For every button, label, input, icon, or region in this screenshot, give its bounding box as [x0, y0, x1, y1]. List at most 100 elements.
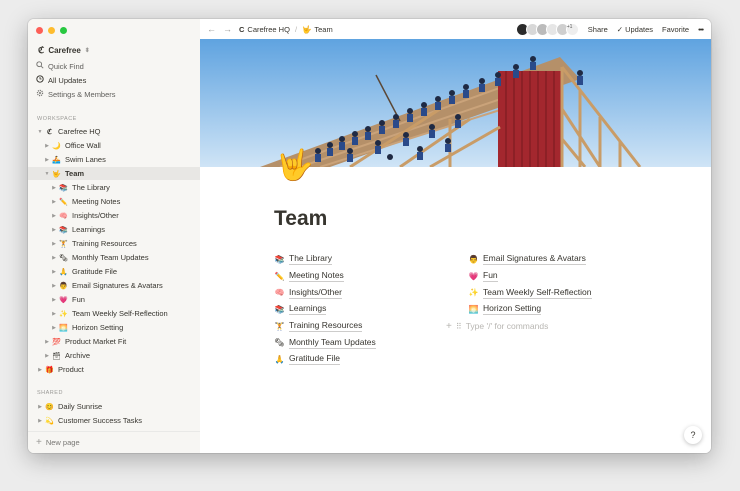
new-page-label: New page: [45, 438, 80, 447]
nav-settings-members[interactable]: Settings & Members: [36, 89, 116, 99]
favorite-button[interactable]: Favorite: [662, 25, 689, 34]
zoom-window-button[interactable]: [60, 27, 67, 34]
rock-hand-icon: 🤟: [302, 24, 312, 34]
breadcrumb-current[interactable]: Team: [314, 25, 332, 34]
triangle-down-icon[interactable]: ▼: [36, 129, 44, 135]
command-input-block[interactable]: + ⠿ Type '/' for commands: [446, 318, 592, 335]
triangle-right-icon[interactable]: ▶: [43, 339, 51, 345]
heart-icon: 💗: [468, 271, 479, 281]
sidebar-item-self-reflection[interactable]: ▶ ✨ Team Weekly Self-Reflection: [28, 307, 222, 320]
page-icon[interactable]: 🤟: [276, 151, 313, 181]
close-window-button[interactable]: [36, 27, 43, 34]
more-options-icon[interactable]: •••: [698, 25, 704, 34]
triangle-right-icon[interactable]: ▶: [43, 353, 51, 359]
rowboat-icon: 🚣: [52, 156, 61, 164]
sidebar-item-label: Email Signatures & Avatars: [72, 281, 163, 290]
workspace-logo-icon: ℭ: [38, 45, 45, 55]
share-button[interactable]: Share: [588, 25, 608, 34]
triangle-right-icon[interactable]: ▶: [50, 269, 58, 275]
sidebar-item-training-resources[interactable]: ▶ 🏋 Training Resources: [28, 237, 222, 250]
sidebar-item-email-signatures[interactable]: ▶ 👨 Email Signatures & Avatars: [28, 279, 222, 292]
sidebar-item-fun[interactable]: ▶ 💗 Fun: [28, 293, 222, 306]
triangle-right-icon[interactable]: ▶: [36, 418, 44, 424]
sidebar-item-meeting-notes[interactable]: ▶ ✏️ Meeting Notes: [28, 195, 222, 208]
collaborator-avatars[interactable]: +1: [515, 22, 579, 36]
chevron-updown-icon: ⬍: [84, 48, 90, 54]
nav-quick-find[interactable]: Quick Find: [36, 61, 84, 71]
window-controls: [36, 27, 67, 34]
sidebar-item-team[interactable]: ▼ 🤟 Team: [28, 167, 215, 180]
page-link-learnings[interactable]: 📚 Learnings: [274, 301, 376, 318]
triangle-right-icon[interactable]: ▶: [36, 404, 44, 410]
sidebar-item-customer-success-tasks[interactable]: ▶ 💫 Customer Success Tasks: [28, 414, 208, 427]
sidebar-item-horizon-setting[interactable]: ▶ 🌅 Horizon Setting: [28, 321, 222, 334]
triangle-right-icon[interactable]: ▶: [50, 241, 58, 247]
sidebar-item-gratitude-file[interactable]: ▶ 🙏 Gratitude File: [28, 265, 222, 278]
page-link-self-reflection[interactable]: ✨ Team Weekly Self-Reflection: [468, 284, 592, 301]
triangle-right-icon[interactable]: ▶: [50, 199, 58, 205]
page-link-email-signatures[interactable]: 👨 Email Signatures & Avatars: [468, 251, 592, 268]
sidebar-item-monthly-team-updates[interactable]: ▶ 🗞 Monthly Team Updates: [28, 251, 222, 264]
pencil-icon: ✏️: [59, 198, 68, 206]
sidebar-item-insights-other[interactable]: ▶ 🧠 Insights/Other: [28, 209, 222, 222]
page-link-monthly-team-updates[interactable]: 🗞 Monthly Team Updates: [274, 334, 376, 351]
page-link-fun[interactable]: 💗 Fun: [468, 268, 592, 285]
plus-icon: +: [36, 437, 42, 448]
sidebar-item-label: Archive: [65, 351, 91, 360]
page-link-label: Team Weekly Self-Reflection: [483, 286, 592, 299]
workspace-switcher[interactable]: ℭ Carefree ⬍: [38, 45, 90, 56]
page-link-label: Horizon Setting: [483, 303, 542, 316]
triangle-right-icon[interactable]: ▶: [36, 367, 44, 373]
page-link-insights-other[interactable]: 🧠 Insights/Other: [274, 284, 376, 301]
page-link-label: The Library: [289, 253, 332, 266]
rock-hand-icon: 🤟: [52, 170, 61, 178]
triangle-right-icon[interactable]: ▶: [50, 227, 58, 233]
sidebar-item-label: Team: [65, 169, 85, 178]
avatar-overflow-count[interactable]: +1: [565, 22, 579, 36]
minimize-window-button[interactable]: [48, 27, 55, 34]
help-button[interactable]: ?: [684, 426, 702, 444]
triangle-right-icon[interactable]: ▶: [50, 311, 58, 317]
triangle-down-icon[interactable]: ▼: [43, 171, 51, 177]
sidebar-item-daily-sunrise[interactable]: ▶ 😊 Daily Sunrise: [28, 400, 208, 413]
page-link-horizon-setting[interactable]: 🌅 Horizon Setting: [468, 301, 592, 318]
brain-icon: 🧠: [59, 212, 68, 220]
back-arrow-icon[interactable]: ←: [207, 24, 216, 34]
breadcrumb-root[interactable]: Carefree HQ: [247, 25, 290, 34]
sidebar-item-swim-lanes[interactable]: ▶ 🚣 Swim Lanes: [28, 153, 215, 166]
page-link-meeting-notes[interactable]: ✏️ Meeting Notes: [274, 268, 376, 285]
nav-all-updates[interactable]: All Updates: [36, 75, 86, 85]
drag-handle-icon[interactable]: ⠿: [456, 322, 462, 331]
page-title[interactable]: Team: [274, 207, 327, 231]
sidebar-item-archive[interactable]: ▶ 🗃 Archive: [28, 349, 215, 362]
page-link-the-library[interactable]: 📚 The Library: [274, 251, 376, 268]
triangle-right-icon[interactable]: ▶: [50, 213, 58, 219]
sidebar-item-learnings[interactable]: ▶ 📚 Learnings: [28, 223, 222, 236]
sidebar-item-label: Customer Success Tasks: [58, 416, 143, 425]
cover-image: [200, 39, 711, 167]
triangle-right-icon[interactable]: ▶: [43, 143, 51, 149]
sidebar: ℭ Carefree ⬍ Quick Find All Updates Sett…: [28, 19, 215, 453]
books-icon: 📚: [59, 226, 68, 234]
page-link-gratitude-file[interactable]: 🙏 Gratitude File: [274, 351, 376, 368]
triangle-right-icon[interactable]: ▶: [50, 185, 58, 191]
triangle-right-icon[interactable]: ▶: [50, 325, 58, 331]
newspaper-icon: 🗞: [59, 254, 68, 262]
triangle-right-icon[interactable]: ▶: [43, 157, 51, 163]
sidebar-item-product-market-fit[interactable]: ▶ 💯 Product Market Fit: [28, 335, 215, 348]
new-page-button[interactable]: + New page: [28, 431, 200, 453]
sidebar-item-label: Office Wall: [65, 141, 101, 150]
sidebar-item-product[interactable]: ▶ 🎁 Product: [28, 363, 208, 376]
plus-icon[interactable]: +: [446, 321, 452, 332]
triangle-right-icon[interactable]: ▶: [50, 255, 58, 261]
triangle-right-icon[interactable]: ▶: [50, 297, 58, 303]
sidebar-item-carefree-hq[interactable]: ▼ ℭ Carefree HQ: [28, 125, 208, 138]
books-icon: 📚: [274, 304, 285, 314]
person-icon: 👨: [468, 254, 479, 264]
triangle-right-icon[interactable]: ▶: [50, 283, 58, 289]
forward-arrow-icon[interactable]: →: [223, 24, 232, 34]
page-link-training-resources[interactable]: 🏋 Training Resources: [274, 318, 376, 335]
sidebar-item-office-wall[interactable]: ▶ 🌙 Office Wall: [28, 139, 215, 152]
updates-button[interactable]: ✓ Updates: [617, 25, 653, 34]
sidebar-item-the-library[interactable]: ▶ 📚 The Library: [28, 181, 222, 194]
